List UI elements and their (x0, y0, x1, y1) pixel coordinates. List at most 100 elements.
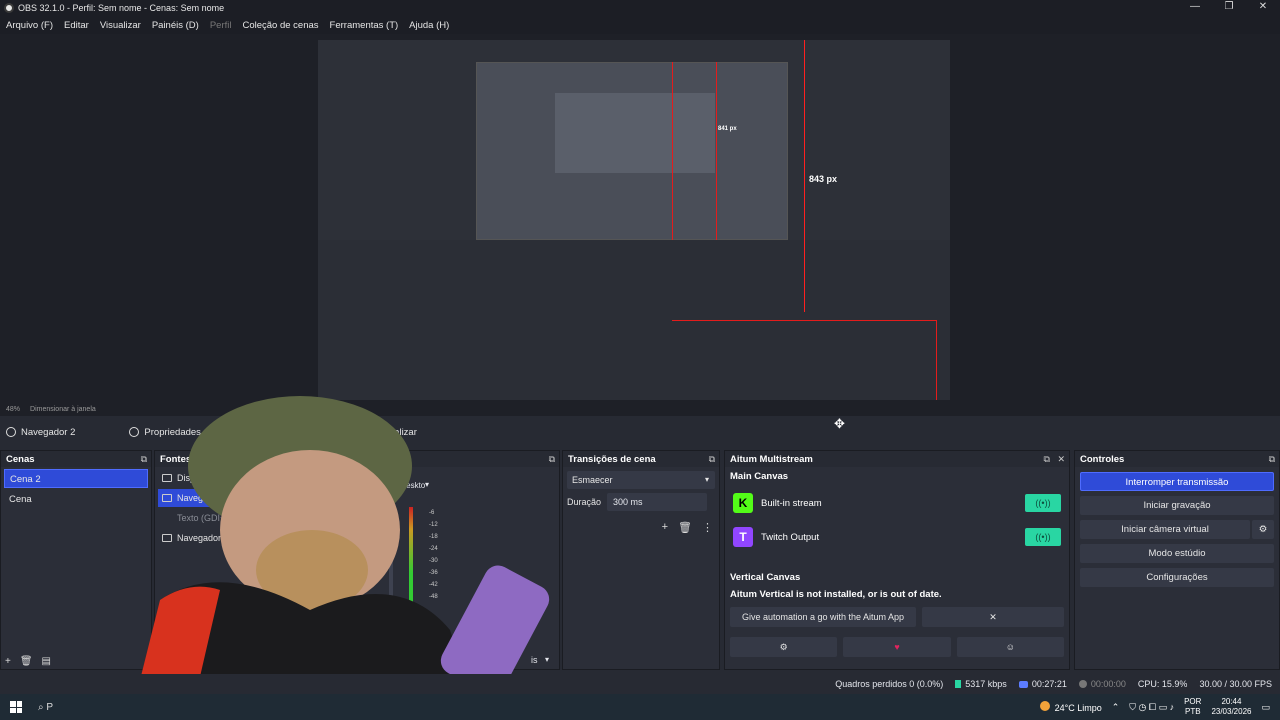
notifications-icon[interactable]: ▭ (1261, 702, 1270, 713)
source-item[interactable]: Navegador (158, 529, 246, 547)
menu-edit[interactable]: Editar (64, 20, 89, 31)
source-toolbar: Navegador 2 Propriedades Atualizar (0, 420, 1280, 444)
lang-bottom: PTB (1184, 707, 1201, 716)
studio-mode-button[interactable]: Modo estúdio (1080, 544, 1274, 563)
window-title: OBS 32.1.0 - Perfil: Sem nome - Cenas: S… (18, 3, 225, 13)
automation-button[interactable]: Give automation a go with the Aitum App (730, 607, 916, 627)
fps-value: 30.00 / 30.00 FPS (1199, 679, 1272, 689)
undock-icon[interactable]: ⧉ (709, 454, 715, 465)
undock-icon[interactable]: ⧉ (141, 454, 147, 465)
language-indicator[interactable]: POR PTB (1184, 697, 1201, 717)
transition-select[interactable]: Esmaecer ▾ (567, 471, 715, 489)
clock[interactable]: 20:44 23/03/2026 (1211, 697, 1251, 717)
move-cursor-icon: ✥ (834, 416, 845, 431)
refresh-label: Atualizar (379, 426, 417, 438)
stop-streaming-button[interactable]: Interromper transmissão (1080, 472, 1274, 491)
source-item[interactable]: Texto (GDI+) (158, 509, 246, 527)
stream-toggle-button[interactable]: ((•)) (1025, 494, 1061, 512)
properties-button[interactable]: Propriedades (129, 427, 201, 438)
source-item[interactable]: Disposit (158, 469, 246, 487)
source-name-label: Navegador 2 (21, 426, 76, 438)
menu-help[interactable]: Ajuda (H) (409, 20, 449, 31)
db-tick: -24 (429, 546, 438, 552)
mixer-menu-chevron-icon[interactable]: ▾ (425, 480, 429, 489)
source-label: Navegador (177, 493, 222, 503)
gear-icon (129, 427, 140, 437)
transition-select-row: Esmaecer ▾ (567, 471, 715, 489)
donate-button[interactable]: ♥ (843, 637, 951, 657)
output-row: K Built-in stream ((•)) (725, 486, 1069, 520)
search-text: P (46, 701, 54, 713)
menu-view[interactable]: Visualizar (100, 20, 141, 31)
zoom-value[interactable]: 48% (6, 406, 20, 413)
tray-icons[interactable]: ⛉ ◷ ⧠ ▭ ♪ (1129, 702, 1174, 713)
source-item[interactable]: Navegador (158, 489, 246, 507)
add-transition-icon[interactable]: + (662, 521, 668, 534)
close-dock-icon[interactable]: ✕ (1057, 454, 1065, 464)
discord-button[interactable]: ☺ (956, 637, 1064, 657)
menu-docks[interactable]: Painéis (D) (152, 20, 199, 31)
scene-item[interactable]: Cena 2 (4, 469, 148, 488)
undock-icon[interactable]: ⧉ (1044, 454, 1050, 464)
settings-button[interactable]: ⚙ (730, 637, 838, 657)
undock-icon[interactable]: ⧉ (1269, 454, 1275, 465)
settings-button[interactable]: Configurações (1080, 568, 1274, 587)
maximize-button[interactable]: ❐ (1212, 0, 1246, 16)
weather-widget[interactable]: 24°C Limpo (1039, 701, 1102, 713)
add-scene-icon[interactable]: + (5, 656, 11, 667)
multistream-dock-header: Aitum Multistream ⧉ ✕ (725, 451, 1069, 467)
minimize-button[interactable]: — (1178, 0, 1212, 16)
refresh-button[interactable]: Atualizar (364, 426, 417, 438)
remove-scene-icon[interactable]: 🗑 (20, 656, 33, 667)
menu-scene-collection[interactable]: Coleção de cenas (242, 20, 318, 31)
preview-nested-window-inner (555, 93, 715, 173)
output-name: Built-in stream (761, 497, 822, 509)
taskbar-search[interactable]: ⌕ P (38, 702, 53, 713)
dismiss-button[interactable]: ✕ (922, 607, 1064, 627)
browser-icon (6, 427, 16, 437)
virtual-camera-settings-button[interactable]: ⚙ (1252, 520, 1274, 539)
guide-line-vertical (804, 40, 805, 312)
db-tick: -42 (429, 582, 438, 588)
db-tick: -48 (429, 594, 438, 600)
lang-top: POR (1184, 697, 1202, 706)
taskbar: ⌕ P 24°C Limpo ⌃ ⛉ ◷ ⧠ ▭ ♪ POR PTB 20:44 2… (0, 694, 1280, 720)
close-button[interactable]: ✕ (1246, 0, 1280, 16)
transition-selected: Esmaecer (572, 475, 613, 485)
start-recording-button[interactable]: Iniciar gravação (1080, 496, 1274, 515)
chevron-down-icon: ▾ (704, 475, 709, 484)
bitrate-indicator: 5317 kbps (955, 679, 1007, 689)
duration-input[interactable]: 300 ms (607, 493, 707, 511)
system-tray: 24°C Limpo ⌃ ⛉ ◷ ⧠ ▭ ♪ POR PTB 20:44 23/03… (1030, 694, 1270, 720)
tray-chevron-icon[interactable]: ⌃ (1112, 702, 1120, 713)
db-tick: -18 (429, 534, 438, 540)
multistream-footer: ⚙ ♥ ☺ (730, 637, 1064, 657)
network-icon (955, 680, 962, 688)
menu-tools[interactable]: Ferramentas (T) (330, 20, 399, 31)
menu-file[interactable]: Arquivo (F) (6, 20, 53, 31)
undock-icon[interactable]: ⧉ (549, 454, 555, 465)
live-time: 00:27:21 (1031, 679, 1067, 689)
remove-transition-icon[interactable]: 🗑 (678, 521, 692, 534)
scene-filters-icon[interactable]: ▤ (42, 656, 51, 667)
menu-profile[interactable]: Perfil (210, 20, 232, 31)
kick-logo-icon: K (733, 493, 753, 513)
scenes-dock-footer: + 🗑 ▤ (5, 656, 51, 667)
scene-item[interactable]: Cena (4, 490, 148, 509)
preview-canvas[interactable]: 841 px (318, 40, 950, 400)
db-scale: -6 -12 -18 -24 -30 -36 -42 -48 (429, 507, 438, 603)
transition-menu-icon[interactable]: ⋮ (702, 521, 713, 534)
duration-row: Duração 300 ms (567, 493, 715, 511)
db-tick: -30 (429, 558, 438, 564)
discord-icon: ☺ (1005, 642, 1015, 652)
scale-mode[interactable]: Dimensionar à janela (30, 406, 96, 413)
gear-icon: ⚙ (779, 641, 788, 652)
windows-start-icon[interactable] (10, 701, 22, 713)
duration-label: Duração (567, 497, 602, 507)
mixer-chevron-icon[interactable]: ▾ (545, 655, 549, 664)
scenes-dock: Cenas ⧉ Cena 2 Cena + 🗑 ▤ (0, 450, 152, 670)
stream-toggle-button[interactable]: ((•)) (1025, 528, 1061, 546)
source-name: Navegador 2 (6, 427, 75, 438)
start-virtual-camera-button[interactable]: Iniciar câmera virtual (1080, 520, 1250, 539)
volume-slider-handle[interactable] (377, 531, 383, 545)
